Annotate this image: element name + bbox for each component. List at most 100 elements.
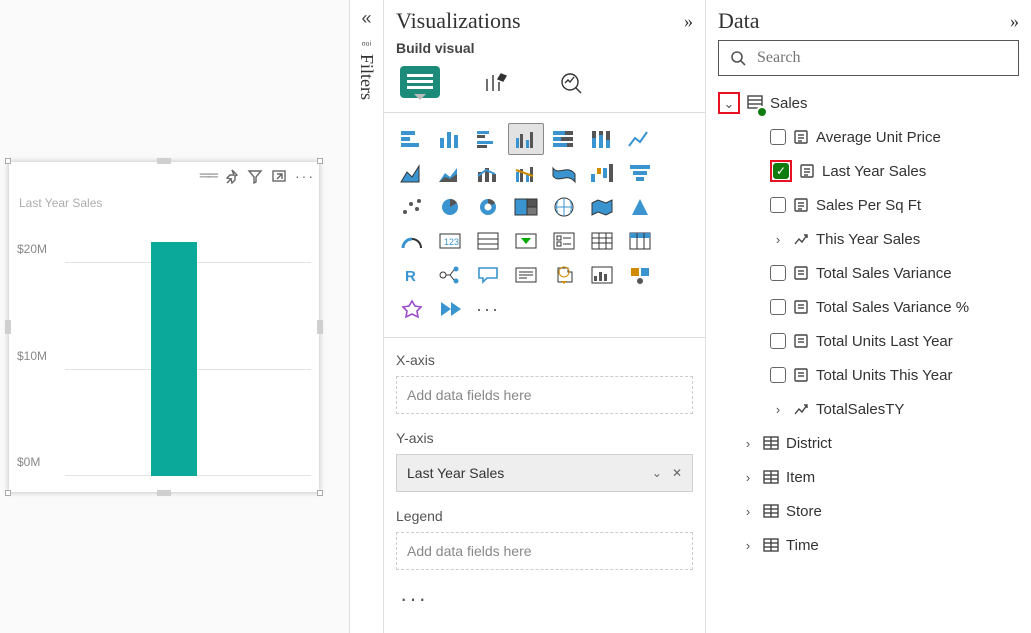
- vis-filled-map[interactable]: [584, 191, 620, 223]
- resize-handle[interactable]: [5, 490, 11, 496]
- chevron-right-icon[interactable]: ›: [740, 471, 756, 484]
- vis-clustered-column[interactable]: [508, 123, 544, 155]
- search-field[interactable]: [755, 48, 1008, 68]
- vis-stacked-column[interactable]: [432, 123, 468, 155]
- svg-text:123: 123: [444, 237, 459, 247]
- field-average-unit-price[interactable]: Average Unit Price: [718, 120, 1019, 154]
- vis-clustered-bar[interactable]: [470, 123, 506, 155]
- chevron-right-icon[interactable]: ›: [740, 539, 756, 552]
- search-input[interactable]: [718, 40, 1019, 76]
- vis-paginated-report[interactable]: [546, 259, 582, 291]
- vis-100-stacked-bar[interactable]: [546, 123, 582, 155]
- field-sales-per-sq-ft[interactable]: Sales Per Sq Ft: [718, 188, 1019, 222]
- vis-line-chart[interactable]: [622, 123, 658, 155]
- table-item[interactable]: › Item: [718, 460, 1019, 494]
- expand-icon[interactable]: «: [361, 8, 371, 29]
- drag-handle-icon[interactable]: ══: [200, 167, 215, 184]
- resize-handle[interactable]: [157, 158, 171, 164]
- vis-appsource[interactable]: [394, 293, 430, 325]
- chevron-right-icon[interactable]: ›: [740, 505, 756, 518]
- chevron-right-icon[interactable]: ›: [770, 403, 786, 416]
- checkbox[interactable]: [770, 197, 786, 213]
- vis-line-clustered-column[interactable]: [508, 157, 544, 189]
- more-icon[interactable]: ···: [295, 168, 315, 184]
- vis-pie[interactable]: [432, 191, 468, 223]
- table-time[interactable]: › Time: [718, 528, 1019, 562]
- vis-power-automate[interactable]: [432, 293, 468, 325]
- vis-scatter[interactable]: [394, 191, 430, 223]
- vis-funnel[interactable]: [622, 157, 658, 189]
- collapse-icon[interactable]: »: [1010, 11, 1019, 32]
- chevron-down-icon[interactable]: ⌄: [652, 466, 662, 480]
- vis-kpi[interactable]: [508, 225, 544, 257]
- resize-handle[interactable]: [5, 158, 11, 164]
- table-sales[interactable]: ⌄ Sales: [718, 86, 1019, 120]
- vis-gauge[interactable]: [394, 225, 430, 257]
- vis-map[interactable]: [546, 191, 582, 223]
- vis-100-stacked-column[interactable]: [584, 123, 620, 155]
- yaxis-drop-zone[interactable]: Last Year Sales ⌄ ✕: [396, 454, 693, 492]
- checkbox[interactable]: [770, 367, 786, 383]
- tab-analytics[interactable]: [552, 66, 592, 98]
- table-label: Sales: [770, 96, 808, 111]
- vis-card[interactable]: 123: [432, 225, 468, 257]
- field-total-sales-variance[interactable]: Total Sales Variance: [718, 256, 1019, 290]
- checkbox[interactable]: ✓: [773, 163, 789, 179]
- vis-donut[interactable]: [470, 191, 506, 223]
- vis-r-visual[interactable]: R: [394, 259, 430, 291]
- tab-format-visual[interactable]: [476, 66, 516, 98]
- resize-handle[interactable]: [317, 158, 323, 164]
- vis-azure-map[interactable]: [622, 191, 658, 223]
- vis-matrix[interactable]: [622, 225, 658, 257]
- resize-handle[interactable]: [317, 320, 323, 334]
- table-district[interactable]: › District: [718, 426, 1019, 460]
- table-store[interactable]: › Store: [718, 494, 1019, 528]
- vis-narrative[interactable]: [508, 259, 544, 291]
- filters-pane-collapsed[interactable]: « ₒ₀ᵢ Filters: [350, 0, 384, 633]
- vis-waterfall[interactable]: [584, 157, 620, 189]
- focus-icon[interactable]: [271, 168, 287, 184]
- table-icon: [762, 502, 780, 520]
- checkbox[interactable]: [770, 333, 786, 349]
- resize-handle[interactable]: [317, 490, 323, 496]
- vis-decomposition-tree[interactable]: [432, 259, 468, 291]
- field-total-units-last-year[interactable]: Total Units Last Year: [718, 324, 1019, 358]
- field-last-year-sales[interactable]: ✓ Last Year Sales: [718, 154, 1019, 188]
- filter-icon[interactable]: [247, 168, 263, 184]
- vis-stacked-area[interactable]: [432, 157, 468, 189]
- field-total-sales-variance-pct[interactable]: Total Sales Variance %: [718, 290, 1019, 324]
- tab-build-visual[interactable]: [400, 66, 440, 98]
- chart-visual[interactable]: ══ ··· Last Year Sales $0M $10M $20M: [9, 162, 319, 492]
- report-canvas[interactable]: ══ ··· Last Year Sales $0M $10M $20M: [0, 0, 350, 633]
- checkbox[interactable]: [770, 265, 786, 281]
- pin-icon[interactable]: [223, 168, 239, 184]
- vis-key-influencers[interactable]: [622, 259, 658, 291]
- remove-icon[interactable]: ✕: [672, 466, 682, 480]
- vis-treemap[interactable]: [508, 191, 544, 223]
- checkbox[interactable]: [770, 299, 786, 315]
- collapse-icon[interactable]: »: [684, 11, 693, 32]
- vis-stacked-bar[interactable]: [394, 123, 430, 155]
- vis-table[interactable]: [584, 225, 620, 257]
- chevron-right-icon[interactable]: ›: [740, 437, 756, 450]
- xaxis-drop-zone[interactable]: Add data fields here: [396, 376, 693, 414]
- vis-qa[interactable]: [470, 259, 506, 291]
- vis-more[interactable]: ···: [470, 293, 506, 325]
- chevron-down-icon[interactable]: ⌄: [721, 97, 737, 110]
- filters-icon: ₒ₀ᵢ: [362, 37, 372, 48]
- vis-multi-row-card[interactable]: [470, 225, 506, 257]
- legend-drop-zone[interactable]: Add data fields here: [396, 532, 693, 570]
- more-options-icon[interactable]: ···: [396, 586, 693, 612]
- field-total-sales-ty[interactable]: › TotalSalesTY: [718, 392, 1019, 426]
- vis-area-chart[interactable]: [394, 157, 430, 189]
- field-total-units-this-year[interactable]: Total Units This Year: [718, 358, 1019, 392]
- vis-ribbon-chart[interactable]: [546, 157, 582, 189]
- chevron-right-icon[interactable]: ›: [770, 233, 786, 246]
- field-this-year-sales[interactable]: › This Year Sales: [718, 222, 1019, 256]
- vis-py-visual[interactable]: [584, 259, 620, 291]
- checkbox[interactable]: [770, 129, 786, 145]
- resize-handle[interactable]: [157, 490, 171, 496]
- vis-slicer[interactable]: [546, 225, 582, 257]
- vis-line-stacked-column[interactable]: [470, 157, 506, 189]
- resize-handle[interactable]: [5, 320, 11, 334]
